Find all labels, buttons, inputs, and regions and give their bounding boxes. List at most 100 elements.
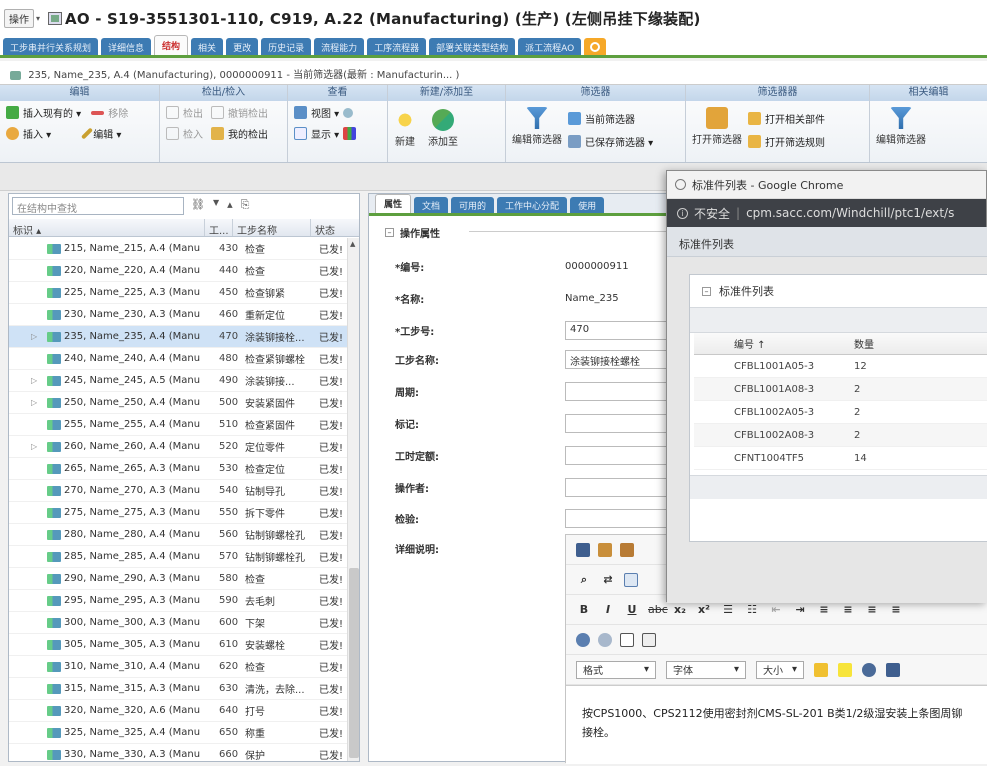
tab-sequence[interactable]: 工步串并行关系规划 [3, 38, 99, 55]
save-icon[interactable] [576, 542, 590, 557]
display-button[interactable]: 显示 ▾ [294, 126, 381, 141]
tree-row[interactable]: 255, Name_255, A.4 (Manu 510 检查紧固件 已发! [9, 414, 347, 436]
table-icon[interactable] [624, 572, 638, 587]
align-right-icon[interactable]: ≡ [864, 603, 880, 616]
hours-input[interactable] [565, 445, 675, 465]
structure-search-input[interactable]: 在结构中查找 [12, 197, 184, 215]
address-bar[interactable]: i 不安全 | cpm.sacc.com/Windchill/ptc1/ext/… [667, 199, 986, 227]
inspector-input[interactable] [565, 508, 675, 528]
numbered-list-icon[interactable]: ☰ [720, 603, 736, 616]
tree-row[interactable]: 230, Name_230, A.3 (Manu 460 重新定位 已发! [9, 304, 347, 326]
col-header-step-name[interactable]: 工步名称 [233, 219, 311, 237]
col-header-step[interactable]: 工... [205, 219, 233, 237]
outdent-icon[interactable]: ⇤ [768, 603, 784, 616]
table-row[interactable]: CFBL1001A05-3 12 [694, 355, 987, 378]
italic-icon[interactable]: I [600, 603, 616, 616]
size-select[interactable]: 大小 ▾ [756, 660, 804, 679]
replace-icon[interactable]: ⇄ [600, 573, 616, 586]
tree-row[interactable]: 295, Name_295, A.3 (Manu 590 去毛刺 已发! [9, 590, 347, 612]
expand-icon[interactable]: ▷ [31, 398, 37, 407]
export-icon[interactable]: ⎘ [241, 198, 250, 212]
tree-row[interactable]: 280, Name_280, A.4 (Manu 560 钻制铆螺栓孔 已发! [9, 524, 347, 546]
tree-row[interactable]: 220, Name_220, A.4 (Manu 440 检查 已发! [9, 260, 347, 282]
tree-scrollbar[interactable]: ▲ [347, 238, 359, 761]
collapse-icon[interactable]: ▴ [227, 198, 233, 212]
new-button[interactable]: 新建 [394, 109, 416, 148]
checkin-button[interactable]: 检入 [166, 126, 203, 141]
scroll-up-icon[interactable]: ▲ [350, 240, 355, 248]
tab-workcenter[interactable]: 工作中心分配 [497, 197, 568, 213]
align-left-icon[interactable]: ≡ [816, 603, 832, 616]
current-filter-button[interactable]: 当前筛选器 [568, 111, 653, 126]
color-icon[interactable] [343, 127, 357, 140]
table-row[interactable]: CFBL1001A08-3 2 [694, 378, 987, 401]
scroll-thumb[interactable] [349, 568, 359, 758]
collapse-icon[interactable]: – [385, 228, 394, 237]
tree-row[interactable]: 240, Name_240, A.4 (Manu 480 检查紧铆螺栓 已发! [9, 348, 347, 370]
tree-row[interactable]: 290, Name_290, A.3 (Manu 580 检查 已发! [9, 568, 347, 590]
tab-history[interactable]: 历史记录 [261, 38, 312, 55]
view-button[interactable]: 视图 ▾ [294, 105, 381, 120]
expand-icon[interactable]: ▷ [31, 376, 37, 385]
section-operation-attributes[interactable]: – 操作属性 [385, 225, 440, 240]
remove-button[interactable]: 移除 [91, 105, 128, 120]
saved-filters-button[interactable]: 已保存筛选器 ▾ [568, 134, 653, 149]
source-icon[interactable] [862, 662, 876, 677]
expand-icon[interactable]: ▷ [31, 332, 37, 341]
tree-row[interactable]: 305, Name_305, A.3 (Manu 610 安装螺栓 已发! [9, 634, 347, 656]
tab-capability[interactable]: 流程能力 [314, 38, 365, 55]
operations-menu-button[interactable]: 操作 [4, 8, 34, 28]
table-row[interactable]: CFBL1002A08-3 2 [694, 424, 987, 447]
tree-row[interactable]: 270, Name_270, A.3 (Manu 540 钻制导孔 已发! [9, 480, 347, 502]
find-icon[interactable]: ⛓ [191, 198, 205, 212]
open-filter-rules-button[interactable]: 打开筛选规则 [748, 134, 825, 149]
bold-icon[interactable]: B [576, 603, 592, 616]
operator-input[interactable] [565, 477, 675, 497]
unlink-icon[interactable] [598, 632, 612, 647]
tree-row[interactable]: 315, Name_315, A.3 (Manu 630 清洗，去除... 已发! [9, 678, 347, 700]
info-icon[interactable]: i [677, 207, 688, 219]
filter-dropdown-icon[interactable]: ▼ [213, 198, 219, 212]
bullet-list-icon[interactable]: ☷ [744, 603, 760, 616]
indent-icon[interactable]: ⇥ [792, 603, 808, 616]
tab-attributes[interactable]: 属性 [375, 194, 412, 213]
align-center-icon[interactable]: ≡ [840, 603, 856, 616]
add-to-button[interactable]: 添加至 [428, 109, 458, 148]
popup-title-bar[interactable]: 标准件列表 - Google Chrome [667, 171, 986, 199]
col-header-number[interactable]: 编号 ↑ [694, 336, 854, 351]
step-no-input[interactable]: 470 [565, 320, 675, 340]
tab-changes[interactable]: 更改 [226, 38, 259, 55]
tree-row[interactable]: 265, Name_265, A.3 (Manu 530 检查定位 已发! [9, 458, 347, 480]
checkout-button[interactable]: 检出 [166, 105, 203, 120]
ops-dropdown-icon[interactable]: ▾ [36, 14, 40, 23]
strikethrough-icon[interactable]: abc [648, 603, 668, 616]
undo-checkout-button[interactable]: 撤销检出 [211, 105, 268, 120]
underline-icon[interactable]: U [624, 603, 640, 616]
highlight-color-icon[interactable] [838, 662, 852, 677]
tab-dispatch[interactable]: 派工流程AO [518, 38, 582, 55]
related-edit-filter-button[interactable]: 编辑筛选器 [876, 107, 926, 146]
tree-row[interactable]: 215, Name_215, A.4 (Manu 430 检查 已发! [9, 238, 347, 260]
tree-row[interactable]: 285, Name_285, A.4 (Manu 570 钻制铆螺栓孔 已发! [9, 546, 347, 568]
table-row[interactable]: CFBL1002A05-3 2 [694, 401, 987, 424]
collapse-icon[interactable]: – [702, 286, 711, 296]
edit-filter-button[interactable]: 编辑筛选器 [512, 107, 562, 147]
save-icon[interactable] [886, 662, 900, 677]
col-header-status[interactable]: 状态 [311, 219, 359, 237]
insert-existing-button[interactable]: 插入现有的 ▾ [6, 105, 81, 120]
justify-icon[interactable]: ≡ [888, 603, 904, 616]
tab-available[interactable]: 可用的 [451, 197, 495, 213]
image-icon[interactable] [620, 632, 634, 647]
superscript-icon[interactable]: x² [696, 603, 712, 616]
tree-row[interactable]: 300, Name_300, A.3 (Manu 600 下架 已发! [9, 612, 347, 634]
tab-structure[interactable]: 结构 [154, 35, 189, 55]
col-header-quantity[interactable]: 数量 [854, 336, 874, 351]
tree-row[interactable]: ▷ 245, Name_245, A.5 (Manu 490 涂装铆接... 已发! [9, 370, 347, 392]
horizontal-rule-icon[interactable] [642, 632, 656, 647]
format-select[interactable]: 格式 ▾ [576, 660, 656, 679]
copy-icon[interactable] [620, 542, 634, 557]
expand-icon[interactable]: ▷ [31, 442, 37, 451]
tree-row[interactable]: 310, Name_310, A.4 (Manu 620 检查 已发! [9, 656, 347, 678]
step-name-input[interactable]: 涂装铆接栓螺栓 [565, 349, 675, 369]
tree-row[interactable]: 225, Name_225, A.3 (Manu 450 检查铆紧 已发! [9, 282, 347, 304]
